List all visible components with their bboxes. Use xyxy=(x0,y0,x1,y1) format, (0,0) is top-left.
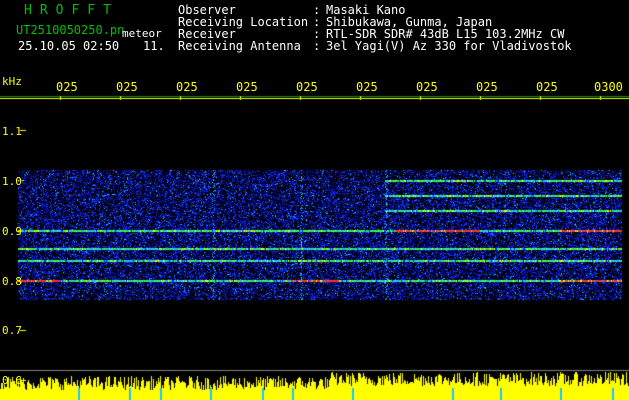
y-tick-label: 1.0 xyxy=(2,175,22,188)
file-name: UT2510050250.pn xyxy=(16,23,125,37)
x-tick-label: 025 xyxy=(296,80,318,94)
y-tick-label: 0.6 xyxy=(2,374,22,387)
x-tick-label: 025 xyxy=(416,80,438,94)
frequency-unit-label: kHz xyxy=(2,75,22,88)
x-tick-label: 025 xyxy=(116,80,138,94)
antenna-value: 3el Yagi(V) Az 330 for Vladivostok xyxy=(326,39,572,53)
x-tick-label: 0300 xyxy=(594,80,623,94)
y-tick-label: 0.9 xyxy=(2,225,22,238)
antenna-label: Receiving Antenna xyxy=(178,39,301,53)
antenna-colon: : xyxy=(313,39,321,53)
x-tick-label: 025 xyxy=(56,80,78,94)
y-tick-label: 0.7 xyxy=(2,324,22,337)
x-tick-label: 025 xyxy=(356,80,378,94)
datetime-stamp: 25.10.05 02:50 xyxy=(18,39,120,53)
x-tick-label: 025 xyxy=(236,80,258,94)
x-tick-label: 025 xyxy=(476,80,498,94)
app-title: HROFFT xyxy=(24,3,119,18)
y-tick-label: 1.1 xyxy=(2,125,22,138)
hrofft-window: HROFFT UT2510050250.pn meteor 25.10.05 0… xyxy=(0,0,629,400)
page-number: 11. xyxy=(143,39,165,53)
meteor-label: meteor xyxy=(122,27,162,40)
x-tick-label: 025 xyxy=(176,80,198,94)
x-tick-label: 025 xyxy=(536,80,558,94)
y-tick-label: 0.8 xyxy=(2,275,22,288)
spectrogram-canvas xyxy=(0,0,629,400)
